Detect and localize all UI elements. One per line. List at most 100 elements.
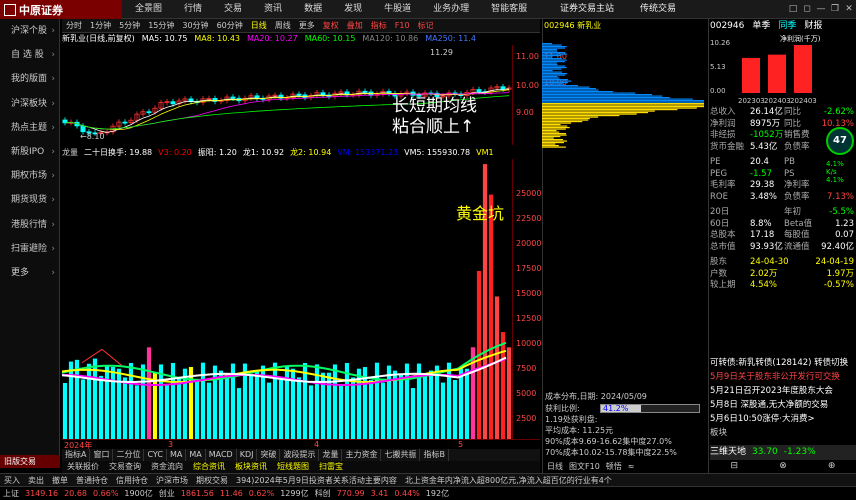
- tab-quarter[interactable]: 单季: [752, 19, 770, 33]
- window-control-icon[interactable]: ❐: [828, 0, 842, 19]
- menu-item[interactable]: 交易: [213, 0, 253, 19]
- menu-item[interactable]: 数据: [293, 0, 333, 19]
- chevron-right-icon: ›: [51, 122, 55, 133]
- indicator-tab[interactable]: 波段提示: [280, 449, 320, 461]
- volume-bar: [506, 347, 512, 439]
- menu-item[interactable]: 资讯: [253, 0, 293, 19]
- sidebar-item[interactable]: 更多 ›: [0, 261, 59, 285]
- menu-item[interactable]: 全景图: [124, 0, 173, 19]
- period-tab[interactable]: 周线: [271, 19, 295, 32]
- indicator-tab[interactable]: 窗口: [90, 449, 114, 461]
- panel-tool-icon[interactable]: ⊟: [731, 461, 739, 473]
- row-label: 总收入: [710, 107, 736, 117]
- volume-axis-label: 17500: [516, 264, 542, 273]
- period-tab[interactable]: 更多: [295, 19, 319, 32]
- indicator-tab[interactable]: MACD: [206, 449, 237, 461]
- indicator-tab[interactable]: MA: [167, 449, 187, 461]
- sidebar-item[interactable]: 沪深板块 ›: [0, 92, 59, 116]
- status-item[interactable]: 沪深市场: [152, 474, 192, 486]
- chevron-right-icon: ›: [51, 243, 55, 254]
- info-tab[interactable]: 板块资讯: [230, 461, 272, 473]
- indicator-tab[interactable]: 二分位: [113, 449, 145, 461]
- news-item[interactable]: 板块: [710, 426, 856, 440]
- status-item[interactable]: 信用持仓: [112, 474, 152, 486]
- period-tab[interactable]: F10: [391, 19, 414, 32]
- period-tab[interactable]: 1分钟: [86, 19, 115, 32]
- period-tab[interactable]: 15分钟: [144, 19, 178, 32]
- sidebar-item[interactable]: 我的版面 ›: [0, 67, 59, 91]
- news-item[interactable]: 5月8日 深股通,无大净额的交易: [710, 398, 856, 412]
- period-tab[interactable]: 叠加: [343, 19, 367, 32]
- chip-tab[interactable]: ≈: [625, 461, 638, 473]
- period-tab[interactable]: 分时: [62, 19, 86, 32]
- info-tab[interactable]: 短线题图: [272, 461, 314, 473]
- sidebar-item[interactable]: 沪深个股 ›: [0, 19, 59, 43]
- chip-tab[interactable]: 日线: [544, 461, 566, 473]
- indicator-tab[interactable]: 七搬共振: [381, 449, 421, 461]
- indicator-tab[interactable]: CYC: [144, 449, 167, 461]
- info-tab[interactable]: 扫雷宝: [314, 461, 348, 473]
- news-item[interactable]: 可转债:新乳转债(128142) 转债切换: [710, 356, 856, 370]
- status-item[interactable]: 卖出: [24, 474, 48, 486]
- sidebar-item[interactable]: 新股IPO ›: [0, 140, 59, 164]
- candle: [296, 93, 302, 96]
- info-tab[interactable]: 关联报价: [62, 461, 104, 473]
- period-tab[interactable]: 30分钟: [178, 19, 212, 32]
- indicator-tab[interactable]: 主力资金: [342, 449, 382, 461]
- indicator-tab[interactable]: 突破: [257, 449, 281, 461]
- menu-item[interactable]: 牛股道: [373, 0, 422, 19]
- row-value: 0.07: [835, 230, 854, 240]
- status-item[interactable]: 撤单: [48, 474, 72, 486]
- old-trading-button[interactable]: 旧版交易: [0, 455, 60, 468]
- panel-tool-icon[interactable]: ⊗: [779, 461, 787, 473]
- volume-bar: [434, 365, 440, 439]
- sidebar-item[interactable]: 期权市场 ›: [0, 164, 59, 188]
- period-tab[interactable]: 5分钟: [115, 19, 144, 32]
- indicator-tab[interactable]: KDJ: [237, 449, 258, 461]
- menu-item[interactable]: 行情: [173, 0, 213, 19]
- volume-indicator-label: VM1: [476, 148, 494, 157]
- indicator-tab[interactable]: MA: [186, 449, 206, 461]
- menu-item[interactable]: 发现: [333, 0, 373, 19]
- status-item[interactable]: 期权交易: [192, 474, 232, 486]
- indicator-tab[interactable]: 指标A: [62, 449, 91, 461]
- sidebar-item[interactable]: 自 选 股 ›: [0, 43, 59, 67]
- period-tab[interactable]: 复权: [319, 19, 343, 32]
- row-label: 60日: [710, 218, 730, 229]
- window-control-icon[interactable]: □: [786, 0, 800, 19]
- trading-station-title[interactable]: 证券交易主站: [560, 0, 614, 19]
- menu-item[interactable]: 业务办理: [422, 0, 480, 19]
- sidebar-item[interactable]: 热点主题 ›: [0, 116, 59, 140]
- window-control-icon[interactable]: —: [814, 0, 828, 19]
- period-tab[interactable]: 日线: [247, 19, 271, 32]
- chip-tab[interactable]: 图文F10: [566, 461, 603, 473]
- status-item[interactable]: 买入: [0, 474, 24, 486]
- volume-indicator-chart[interactable]: [62, 159, 512, 439]
- info-tab[interactable]: 交易查询: [104, 461, 146, 473]
- sidebar-item[interactable]: 期货现货 ›: [0, 188, 59, 212]
- news-item[interactable]: 5月6日10:50涨停·大消费>: [710, 412, 856, 426]
- period-tab[interactable]: 指标: [367, 19, 391, 32]
- indicator-tab[interactable]: 龙量: [319, 449, 343, 461]
- period-tab[interactable]: 标记: [414, 19, 438, 32]
- related-stock-ticker[interactable]: 三维天地 33.70 -1.23%: [710, 445, 856, 460]
- logo-mark-icon: [4, 3, 16, 16]
- window-control-icon[interactable]: ✕: [842, 0, 856, 19]
- news-item[interactable]: 5月21日召开2023年度股东大会: [710, 384, 856, 398]
- tab-same-quarter[interactable]: 同季: [778, 19, 796, 33]
- menu-item[interactable]: 智能客服: [480, 0, 538, 19]
- period-tab[interactable]: 60分钟: [213, 19, 247, 32]
- sidebar-item[interactable]: 港股行情 ›: [0, 213, 59, 237]
- status-item[interactable]: 普通持仓: [72, 474, 112, 486]
- tab-report[interactable]: 财报: [804, 19, 822, 33]
- sidebar-item[interactable]: 扫雷避险 ›: [0, 237, 59, 261]
- indicator-tab[interactable]: 指标B: [420, 449, 449, 461]
- chip-tab[interactable]: 顿悟: [603, 461, 625, 473]
- info-tab[interactable]: 资金流向: [146, 461, 188, 473]
- news-item[interactable]: 5月9日关于股东非公开发行可交换: [710, 370, 856, 384]
- window-control-icon[interactable]: ◻: [800, 0, 814, 19]
- indicator-tabs: 指标A 窗口 二分位 CYC MA MA MACD KDJ 突破 波段提示 龙量 主力资金 七搬共振 指标…: [62, 449, 540, 461]
- classic-trading-link[interactable]: 传统交易: [640, 0, 676, 19]
- info-tab[interactable]: 综合资讯: [188, 461, 230, 473]
- panel-tool-icon[interactable]: ⊕: [828, 461, 836, 473]
